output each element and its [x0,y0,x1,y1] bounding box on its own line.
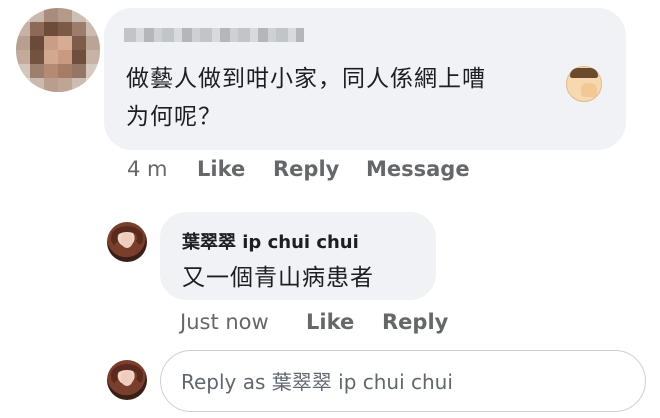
commenter-avatar[interactable] [16,8,100,92]
comment-text-line2: 为何呢？ [126,104,222,130]
reply-input[interactable] [179,365,623,399]
reply-author-avatar[interactable] [107,222,147,262]
comment-bubble: 做藝人做到咁小家，同人係網上嘈 为何呢？ [104,8,626,150]
comment-text: 做藝人做到咁小家，同人係網上嘈 为何呢？ [126,60,586,136]
reply-bubble: 葉翠翠 ip chui chui 又一個青山病患者 [160,212,436,300]
current-user-avatar [107,360,147,400]
comment-message-button[interactable]: Message [366,157,470,181]
reply-text: 又一個青山病患者 [182,265,374,291]
reply-composer[interactable] [160,350,646,412]
comment-timestamp[interactable]: 4 m [127,157,168,181]
reply-author-name[interactable]: 葉翠翠 ip chui chui [182,228,359,254]
comment-reply-button[interactable]: Reply [273,157,339,181]
comment-like-button[interactable]: Like [197,157,245,181]
reply-timestamp[interactable]: Just now [180,310,269,334]
face-palm-icon [566,66,602,102]
commenter-name-blurred[interactable] [124,28,304,42]
comment-text-line1: 做藝人做到咁小家，同人係網上嘈 [126,66,486,92]
reply-reply-button[interactable]: Reply [382,310,448,334]
reply-like-button[interactable]: Like [306,310,354,334]
